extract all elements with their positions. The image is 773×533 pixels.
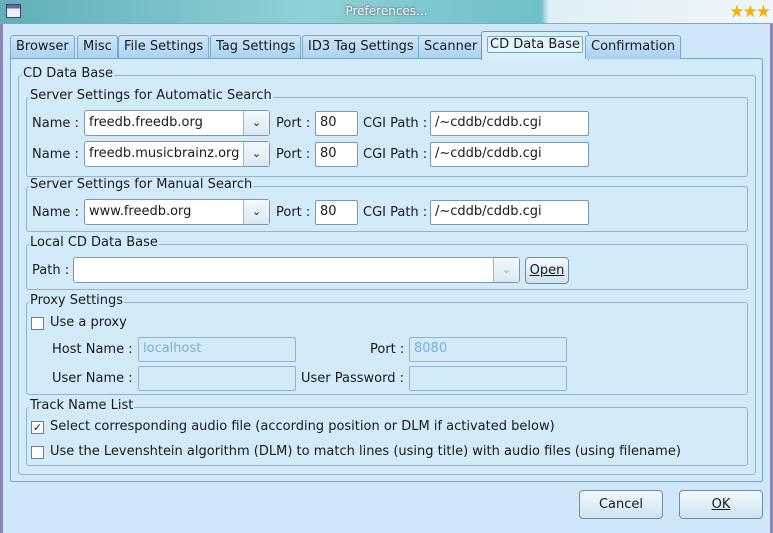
cancel-label: Cancel	[598, 497, 644, 512]
port-label: Port :	[276, 205, 311, 220]
select-audio-checkbox[interactable]: ✓	[31, 421, 44, 434]
chevron-down-icon[interactable]: ⌄	[243, 111, 269, 135]
manual-port-input[interactable]: 80	[315, 200, 358, 225]
tab-label: Scanner	[424, 39, 478, 54]
port-label: Port :	[276, 116, 311, 131]
tab-cd-data-base[interactable]: CD Data Base	[481, 31, 590, 60]
cancel-button[interactable]: Cancel	[579, 490, 663, 519]
name-label: Name :	[32, 116, 79, 131]
port-label: Port :	[276, 147, 311, 162]
cgi-path-label: CGI Path :	[363, 147, 428, 162]
tab-label: File Settings	[124, 39, 204, 54]
name-label: Name :	[32, 147, 79, 162]
tab-label: CD Data Base	[487, 36, 584, 53]
local-path-combo[interactable]: ⌄	[73, 257, 520, 283]
dlm-checkbox[interactable]	[31, 446, 44, 459]
tab-file-settings[interactable]: File Settings	[118, 35, 210, 59]
host-name-label: Host Name :	[52, 342, 133, 357]
auto-server-2-combo[interactable]: freedb.musicbrainz.org ⌄	[84, 141, 270, 167]
cgi-path-label: CGI Path :	[363, 205, 428, 220]
use-proxy-checkbox[interactable]	[31, 317, 44, 330]
use-proxy-label: Use a proxy	[50, 315, 127, 330]
open-label: Open	[529, 263, 565, 278]
proxy-title: Proxy Settings	[29, 293, 125, 308]
path-label: Path :	[32, 263, 70, 278]
open-button[interactable]: Open	[525, 257, 569, 284]
select-audio-label: Select corresponding audio file (accordi…	[50, 419, 555, 434]
window-title: Preferences...	[345, 4, 428, 18]
proxy-port-label: Port :	[370, 342, 405, 357]
manual-cgi-input[interactable]: /~cddb/cddb.cgi	[430, 200, 589, 225]
tab-label: Browser	[16, 39, 69, 54]
name-label: Name :	[32, 205, 79, 220]
chevron-down-icon[interactable]: ⌄	[243, 200, 269, 224]
manual-server-combo[interactable]: www.freedb.org ⌄	[84, 199, 270, 225]
auto-search-title: Server Settings for Automatic Search	[29, 88, 273, 103]
tab-tag-settings[interactable]: Tag Settings	[210, 35, 302, 59]
auto-port-1-input[interactable]: 80	[315, 111, 358, 136]
tab-label: Confirmation	[591, 39, 676, 54]
tab-browser[interactable]: Browser	[10, 35, 75, 59]
auto-port-2-input[interactable]: 80	[315, 142, 358, 167]
auto-cgi-1-input[interactable]: /~cddb/cddb.cgi	[430, 111, 589, 136]
auto-cgi-2-input[interactable]: /~cddb/cddb.cgi	[430, 142, 589, 167]
dlm-label: Use the Levenshtein algorithm (DLM) to m…	[50, 444, 681, 459]
combo-value: freedb.musicbrainz.org	[89, 146, 240, 161]
chevron-down-icon[interactable]: ⌄	[493, 258, 519, 282]
title-bar[interactable]: Preferences...	[0, 0, 773, 24]
ok-label: OK	[711, 497, 731, 512]
cd-data-base-title: CD Data Base	[22, 66, 115, 81]
local-cddb-title: Local CD Data Base	[29, 235, 159, 250]
tab-label: Tag Settings	[216, 39, 296, 54]
manual-search-title: Server Settings for Manual Search	[29, 177, 254, 192]
user-name-label: User Name :	[52, 371, 133, 386]
tab-scanner[interactable]: Scanner	[418, 35, 484, 59]
user-password-label: User Password :	[301, 371, 404, 386]
tab-label: ID3 Tag Settings	[308, 39, 414, 54]
proxy-host-input[interactable]: localhost	[138, 337, 296, 362]
tab-id3-tag-settings[interactable]: ID3 Tag Settings	[302, 35, 420, 59]
proxy-password-input[interactable]	[409, 366, 567, 391]
tab-confirmation[interactable]: Confirmation	[585, 35, 682, 59]
chevron-down-icon[interactable]: ⌄	[243, 142, 269, 166]
tab-misc[interactable]: Misc	[77, 35, 118, 59]
combo-value: www.freedb.org	[89, 204, 192, 219]
ok-button[interactable]: OK	[679, 490, 763, 519]
stars-icon: ★★★	[729, 2, 771, 22]
proxy-port-input[interactable]: 8080	[409, 337, 567, 362]
combo-value: freedb.freedb.org	[89, 115, 203, 130]
proxy-user-input[interactable]	[138, 366, 296, 391]
auto-server-1-combo[interactable]: freedb.freedb.org ⌄	[84, 110, 270, 136]
track-name-list-title: Track Name List	[29, 398, 135, 413]
cgi-path-label: CGI Path :	[363, 116, 428, 131]
tab-label: Misc	[83, 39, 112, 54]
